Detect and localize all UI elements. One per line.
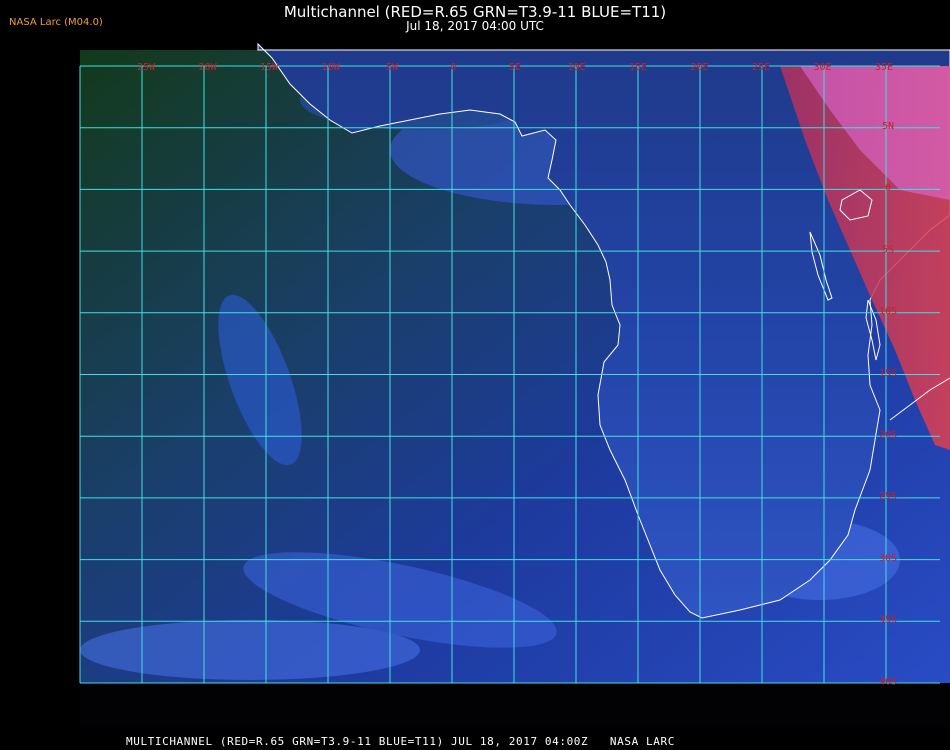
longitude-label: 15E bbox=[629, 62, 647, 73]
latitude-label: 10S bbox=[879, 306, 897, 317]
longitude-label: 5E bbox=[509, 62, 521, 73]
latitude-label: 30S bbox=[879, 553, 897, 564]
latitude-label: 0 bbox=[885, 183, 891, 194]
longitude-label: 10W bbox=[321, 62, 340, 73]
latitude-label: 20S bbox=[879, 430, 897, 441]
lower-band bbox=[80, 683, 950, 727]
latitude-label: 15S bbox=[879, 368, 897, 379]
longitude-label: 5W bbox=[386, 62, 399, 73]
latitude-label: 25S bbox=[879, 491, 897, 502]
latitude-label: 5S bbox=[882, 244, 894, 255]
longitude-label: 15W bbox=[260, 62, 279, 73]
satellite-map: 25W 20W 15W 10W 5W 0 5E 10E 15E 20E 25E 30E 35E 5N 0 5… bbox=[79, 42, 950, 727]
longitude-label: 0 bbox=[450, 62, 456, 73]
latitude-label: 5N bbox=[882, 121, 894, 132]
longitude-label: 20E bbox=[690, 62, 708, 73]
longitude-label: 25E bbox=[752, 62, 770, 73]
latitude-label: 35S bbox=[879, 615, 897, 626]
longitude-label: 30E bbox=[813, 62, 831, 73]
latitude-label: 40S bbox=[879, 676, 897, 687]
longitude-label: 25W bbox=[137, 62, 156, 73]
longitude-label: 10E bbox=[567, 62, 585, 73]
longitude-label: 35E bbox=[875, 62, 893, 73]
longitude-label: 20W bbox=[198, 62, 217, 73]
bottom-caption: MULTICHANNEL (RED=R.65 GRN=T3.9-11 BLUE=… bbox=[126, 735, 675, 748]
